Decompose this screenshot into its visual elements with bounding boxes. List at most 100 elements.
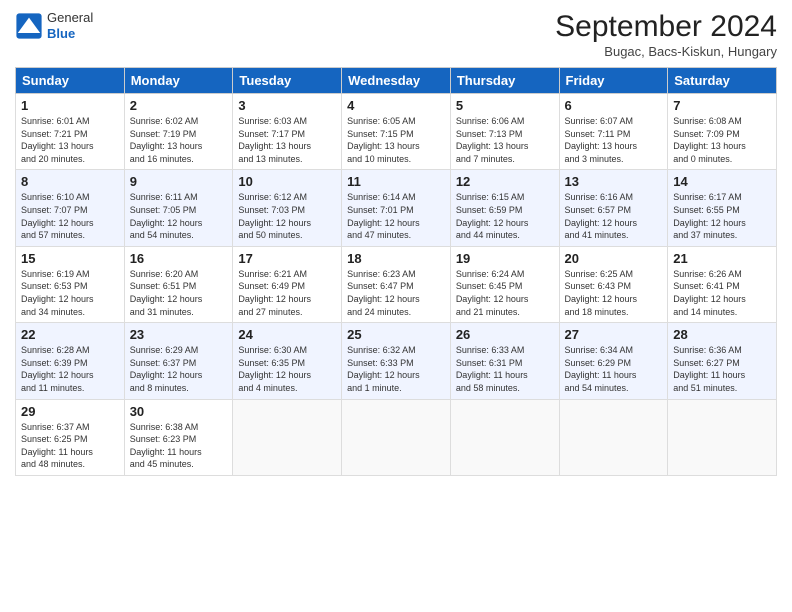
col-sunday: Sunday bbox=[16, 68, 125, 94]
col-wednesday: Wednesday bbox=[342, 68, 451, 94]
day-detail: Sunrise: 6:24 AM Sunset: 6:45 PM Dayligh… bbox=[456, 268, 554, 318]
day-number: 16 bbox=[130, 251, 228, 266]
table-row: 15 Sunrise: 6:19 AM Sunset: 6:53 PM Dayli… bbox=[16, 246, 125, 322]
day-detail: Sunrise: 6:25 AM Sunset: 6:43 PM Dayligh… bbox=[565, 268, 663, 318]
day-detail: Sunrise: 6:21 AM Sunset: 6:49 PM Dayligh… bbox=[238, 268, 336, 318]
table-row bbox=[342, 399, 451, 475]
day-detail: Sunrise: 6:28 AM Sunset: 6:39 PM Dayligh… bbox=[21, 344, 119, 394]
table-row: 9Sunrise: 6:11 AM Sunset: 7:05 PM Daylig… bbox=[124, 170, 233, 246]
day-detail: Sunrise: 6:29 AM Sunset: 6:37 PM Dayligh… bbox=[130, 344, 228, 394]
day-number: 19 bbox=[456, 251, 554, 266]
day-number: 15 bbox=[21, 251, 119, 266]
calendar-table: Sunday Monday Tuesday Wednesday Thursday… bbox=[15, 67, 777, 476]
col-monday: Monday bbox=[124, 68, 233, 94]
day-number: 20 bbox=[565, 251, 663, 266]
table-row: 20 Sunrise: 6:25 AM Sunset: 6:43 PM Dayli… bbox=[559, 246, 668, 322]
day-number: 28 bbox=[673, 327, 771, 342]
day-detail: Sunrise: 6:30 AM Sunset: 6:35 PM Dayligh… bbox=[238, 344, 336, 394]
logo-blue: Blue bbox=[47, 26, 93, 42]
col-saturday: Saturday bbox=[668, 68, 777, 94]
table-row: 14 Sunrise: 6:17 AM Sunset: 6:55 PM Dayli… bbox=[668, 170, 777, 246]
table-row: 21Sunrise: 6:26 AM Sunset: 6:41 PM Dayli… bbox=[668, 246, 777, 322]
calendar-week-row: 15 Sunrise: 6:19 AM Sunset: 6:53 PM Dayli… bbox=[16, 246, 777, 322]
day-detail: Sunrise: 6:36 AM Sunset: 6:27 PM Dayligh… bbox=[673, 344, 771, 394]
table-row: 16 Sunrise: 6:20 AM Sunset: 6:51 PM Dayli… bbox=[124, 246, 233, 322]
day-number: 18 bbox=[347, 251, 445, 266]
table-row: 30 Sunrise: 6:38 AM Sunset: 6:23 PM Dayli… bbox=[124, 399, 233, 475]
table-row: 25 Sunrise: 6:32 AM Sunset: 6:33 PM Dayli… bbox=[342, 323, 451, 399]
table-row: 10Sunrise: 6:12 AM Sunset: 7:03 PM Dayli… bbox=[233, 170, 342, 246]
day-number: 7 bbox=[673, 98, 771, 113]
day-number: 3 bbox=[238, 98, 336, 113]
day-number: 22 bbox=[21, 327, 119, 342]
day-number: 9 bbox=[130, 174, 228, 189]
day-detail: Sunrise: 6:38 AM Sunset: 6:23 PM Dayligh… bbox=[130, 421, 228, 471]
day-number: 26 bbox=[456, 327, 554, 342]
day-detail: Sunrise: 6:02 AM Sunset: 7:19 PM Dayligh… bbox=[130, 115, 228, 165]
day-detail: Sunrise: 6:16 AM Sunset: 6:57 PM Dayligh… bbox=[565, 191, 663, 241]
day-number: 13 bbox=[565, 174, 663, 189]
day-detail: Sunrise: 6:10 AM Sunset: 7:07 PM Dayligh… bbox=[21, 191, 119, 241]
subtitle: Bugac, Bacs-Kiskun, Hungary bbox=[555, 44, 777, 59]
day-detail: Sunrise: 6:33 AM Sunset: 6:31 PM Dayligh… bbox=[456, 344, 554, 394]
table-row: 11 Sunrise: 6:14 AM Sunset: 7:01 PM Dayli… bbox=[342, 170, 451, 246]
day-number: 25 bbox=[347, 327, 445, 342]
calendar-week-row: 22 Sunrise: 6:28 AM Sunset: 6:39 PM Dayli… bbox=[16, 323, 777, 399]
table-row: 2Sunrise: 6:02 AM Sunset: 7:19 PM Daylig… bbox=[124, 94, 233, 170]
day-number: 12 bbox=[456, 174, 554, 189]
day-detail: Sunrise: 6:01 AM Sunset: 7:21 PM Dayligh… bbox=[21, 115, 119, 165]
table-row: 27Sunrise: 6:34 AM Sunset: 6:29 PM Dayli… bbox=[559, 323, 668, 399]
logo-text: General Blue bbox=[47, 10, 93, 41]
table-row: 19 Sunrise: 6:24 AM Sunset: 6:45 PM Dayli… bbox=[450, 246, 559, 322]
table-row: 3 Sunrise: 6:03 AM Sunset: 7:17 PM Daylig… bbox=[233, 94, 342, 170]
table-row: 7 Sunrise: 6:08 AM Sunset: 7:09 PM Daylig… bbox=[668, 94, 777, 170]
table-row: 6 Sunrise: 6:07 AM Sunset: 7:11 PM Daylig… bbox=[559, 94, 668, 170]
table-row: 17 Sunrise: 6:21 AM Sunset: 6:49 PM Dayli… bbox=[233, 246, 342, 322]
day-detail: Sunrise: 6:07 AM Sunset: 7:11 PM Dayligh… bbox=[565, 115, 663, 165]
day-detail: Sunrise: 6:17 AM Sunset: 6:55 PM Dayligh… bbox=[673, 191, 771, 241]
day-detail: Sunrise: 6:23 AM Sunset: 6:47 PM Dayligh… bbox=[347, 268, 445, 318]
table-row: 29Sunrise: 6:37 AM Sunset: 6:25 PM Dayli… bbox=[16, 399, 125, 475]
day-detail: Sunrise: 6:19 AM Sunset: 6:53 PM Dayligh… bbox=[21, 268, 119, 318]
day-number: 17 bbox=[238, 251, 336, 266]
day-detail: Sunrise: 6:32 AM Sunset: 6:33 PM Dayligh… bbox=[347, 344, 445, 394]
day-number: 1 bbox=[21, 98, 119, 113]
table-row: 5Sunrise: 6:06 AM Sunset: 7:13 PM Daylig… bbox=[450, 94, 559, 170]
logo: General Blue bbox=[15, 10, 93, 41]
table-row bbox=[559, 399, 668, 475]
day-detail: Sunrise: 6:06 AM Sunset: 7:13 PM Dayligh… bbox=[456, 115, 554, 165]
table-row: 13 Sunrise: 6:16 AM Sunset: 6:57 PM Dayli… bbox=[559, 170, 668, 246]
day-number: 30 bbox=[130, 404, 228, 419]
calendar-header-row: Sunday Monday Tuesday Wednesday Thursday… bbox=[16, 68, 777, 94]
day-number: 11 bbox=[347, 174, 445, 189]
day-detail: Sunrise: 6:12 AM Sunset: 7:03 PM Dayligh… bbox=[238, 191, 336, 241]
table-row: 18 Sunrise: 6:23 AM Sunset: 6:47 PM Dayli… bbox=[342, 246, 451, 322]
day-detail: Sunrise: 6:05 AM Sunset: 7:15 PM Dayligh… bbox=[347, 115, 445, 165]
logo-general: General bbox=[47, 10, 93, 26]
day-number: 27 bbox=[565, 327, 663, 342]
header: General Blue September 2024 Bugac, Bacs-… bbox=[15, 10, 777, 59]
day-detail: Sunrise: 6:14 AM Sunset: 7:01 PM Dayligh… bbox=[347, 191, 445, 241]
page: General Blue September 2024 Bugac, Bacs-… bbox=[0, 0, 792, 612]
col-tuesday: Tuesday bbox=[233, 68, 342, 94]
calendar-week-row: 8Sunrise: 6:10 AM Sunset: 7:07 PM Daylig… bbox=[16, 170, 777, 246]
table-row: 22 Sunrise: 6:28 AM Sunset: 6:39 PM Dayli… bbox=[16, 323, 125, 399]
calendar-week-row: 1 Sunrise: 6:01 AM Sunset: 7:21 PM Daylig… bbox=[16, 94, 777, 170]
day-detail: Sunrise: 6:03 AM Sunset: 7:17 PM Dayligh… bbox=[238, 115, 336, 165]
day-number: 24 bbox=[238, 327, 336, 342]
table-row bbox=[668, 399, 777, 475]
table-row: 12 Sunrise: 6:15 AM Sunset: 6:59 PM Dayli… bbox=[450, 170, 559, 246]
table-row: 28 Sunrise: 6:36 AM Sunset: 6:27 PM Dayli… bbox=[668, 323, 777, 399]
calendar-week-row: 29Sunrise: 6:37 AM Sunset: 6:25 PM Dayli… bbox=[16, 399, 777, 475]
day-number: 14 bbox=[673, 174, 771, 189]
day-detail: Sunrise: 6:08 AM Sunset: 7:09 PM Dayligh… bbox=[673, 115, 771, 165]
table-row: 26 Sunrise: 6:33 AM Sunset: 6:31 PM Dayli… bbox=[450, 323, 559, 399]
table-row: 8Sunrise: 6:10 AM Sunset: 7:07 PM Daylig… bbox=[16, 170, 125, 246]
day-detail: Sunrise: 6:37 AM Sunset: 6:25 PM Dayligh… bbox=[21, 421, 119, 471]
day-detail: Sunrise: 6:20 AM Sunset: 6:51 PM Dayligh… bbox=[130, 268, 228, 318]
day-number: 6 bbox=[565, 98, 663, 113]
day-number: 23 bbox=[130, 327, 228, 342]
day-detail: Sunrise: 6:15 AM Sunset: 6:59 PM Dayligh… bbox=[456, 191, 554, 241]
title-block: September 2024 Bugac, Bacs-Kiskun, Hunga… bbox=[555, 10, 777, 59]
table-row: 1 Sunrise: 6:01 AM Sunset: 7:21 PM Daylig… bbox=[16, 94, 125, 170]
